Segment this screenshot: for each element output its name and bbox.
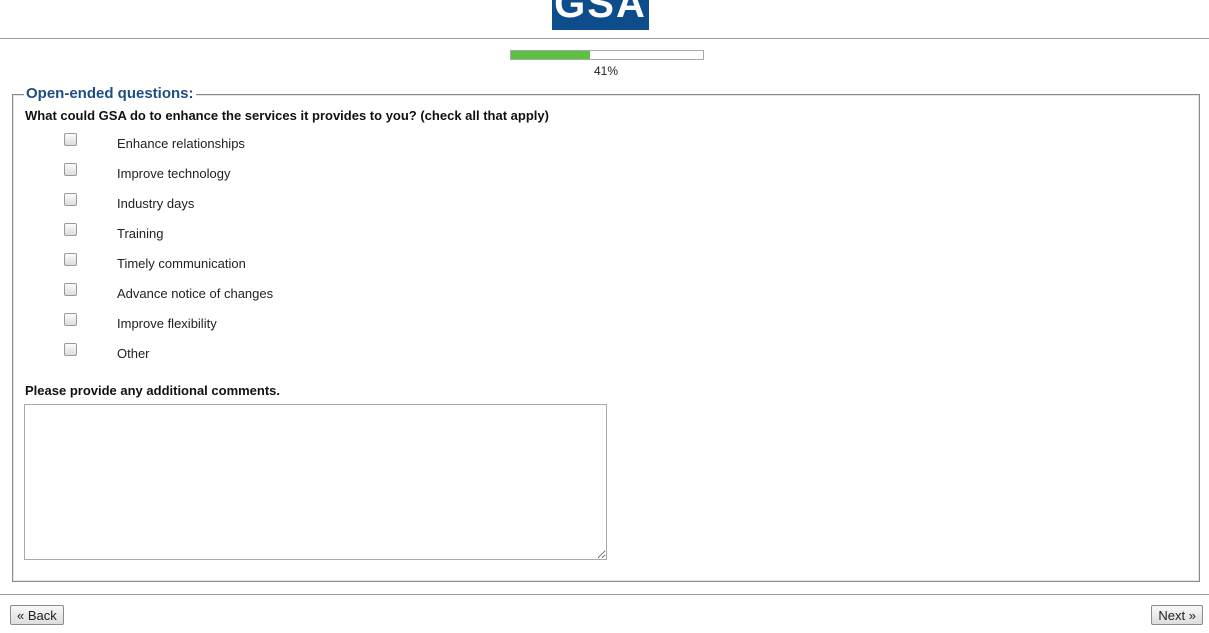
comments-textarea[interactable] [24,404,607,560]
progress-fill [511,51,590,59]
checkbox[interactable] [64,343,77,356]
checkbox[interactable] [64,283,77,296]
checkbox[interactable] [64,223,77,236]
top-divider [0,38,1209,39]
checkbox[interactable] [64,163,77,176]
checkbox[interactable] [64,133,77,146]
option-label: Training [117,226,164,241]
option-label: Enhance relationships [117,136,245,151]
comments-label: Please provide any additional comments. [25,383,281,398]
option-label: Industry days [117,196,195,211]
checkbox[interactable] [64,313,77,326]
option-label: Advance notice of changes [117,286,274,301]
gsa-logo: GSA [552,0,649,30]
checkbox[interactable] [64,253,77,266]
progress-bar [510,50,704,60]
question-text: What could GSA do to enhance the service… [25,108,549,123]
bottom-divider [0,594,1209,595]
option-label: Improve technology [117,166,231,181]
next-button[interactable]: Next » [1151,605,1203,625]
section-legend: Open-ended questions: [24,85,196,103]
progress-percent: 41% [593,64,619,78]
gsa-logo-text: GSA [554,0,647,26]
option-label: Other [117,346,150,361]
option-label: Improve flexibility [117,316,217,331]
back-button[interactable]: « Back [10,605,64,625]
option-label: Timely communication [117,256,246,271]
checkbox[interactable] [64,193,77,206]
